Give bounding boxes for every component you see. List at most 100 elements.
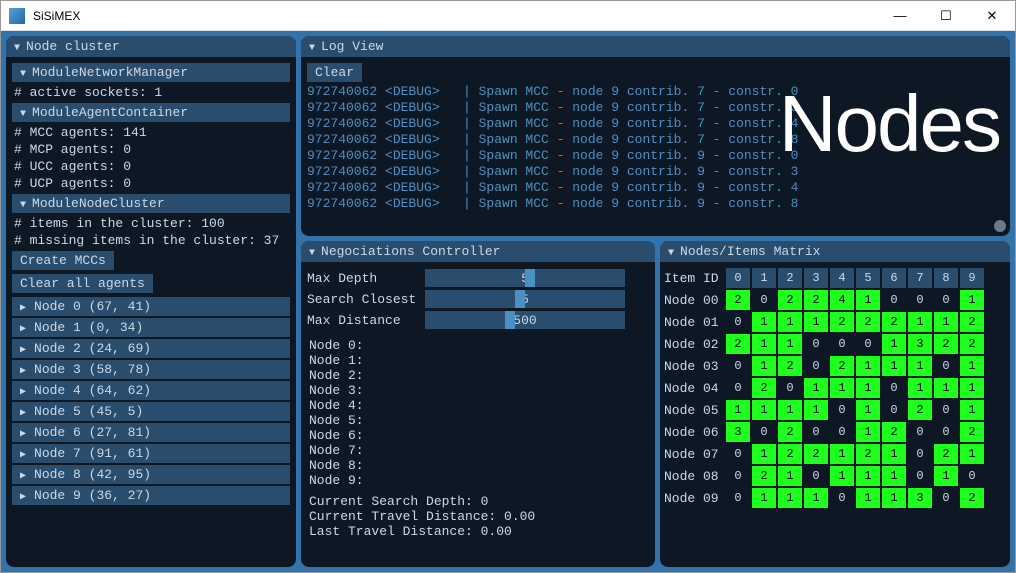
matrix-cell: 0 xyxy=(726,444,750,464)
matrix-cell: 1 xyxy=(856,422,880,442)
matrix-cell: 2 xyxy=(882,422,906,442)
matrix-cell: 0 xyxy=(752,290,776,310)
matrix-cell: 2 xyxy=(960,422,984,442)
matrix-cell: 1 xyxy=(778,334,802,354)
matrix-cell: 1 xyxy=(960,356,984,376)
node-list-item[interactable]: Node 9 (36, 27) xyxy=(12,486,290,505)
log-view-title: Log View xyxy=(321,39,383,54)
matrix-cell: 1 xyxy=(778,466,802,486)
nego-node-line: Node 2: xyxy=(307,368,649,383)
close-button[interactable]: ✕ xyxy=(969,1,1015,31)
matrix-cell: 2 xyxy=(960,312,984,332)
nego-node-line: Node 9: xyxy=(307,473,649,488)
clear-agents-button[interactable]: Clear all agents xyxy=(12,274,153,293)
node-list-item[interactable]: Node 2 (24, 69) xyxy=(12,339,290,358)
matrix-cell: 0 xyxy=(960,466,984,486)
resize-grip-icon[interactable] xyxy=(994,220,1006,232)
matrix-cell: 1 xyxy=(804,400,828,420)
matrix-cell: 2 xyxy=(804,444,828,464)
slider[interactable]: 5 xyxy=(425,269,625,287)
matrix-header-row: Item ID0123456789 xyxy=(664,268,1006,288)
matrix-cell: 2 xyxy=(804,290,828,310)
matrix-cell: 3 xyxy=(726,422,750,442)
slider-thumb[interactable] xyxy=(525,269,535,287)
matrix-cell: 0 xyxy=(726,312,750,332)
module-section-header[interactable]: ModuleNetworkManager xyxy=(12,63,290,82)
node-list-item[interactable]: Node 5 (45, 5) xyxy=(12,402,290,421)
matrix-cell: 0 xyxy=(882,400,906,420)
matrix-cell: 2 xyxy=(830,312,854,332)
expand-icon xyxy=(20,341,26,356)
node-list-item[interactable]: Node 8 (42, 95) xyxy=(12,465,290,484)
matrix-cell: 0 xyxy=(882,290,906,310)
log-line: 972740062 <DEBUG> | Spawn MCC - node 9 c… xyxy=(307,164,1004,180)
node-list-item[interactable]: Node 6 (27, 81) xyxy=(12,423,290,442)
module-section-header[interactable]: ModuleNodeCluster xyxy=(12,194,290,213)
matrix-row: Node 090111011302 xyxy=(664,488,1006,508)
node-list-item[interactable]: Node 3 (58, 78) xyxy=(12,360,290,379)
slider[interactable]: 500 xyxy=(425,311,625,329)
slider-thumb[interactable] xyxy=(515,290,525,308)
matrix-row-label: Node 03 xyxy=(664,359,724,374)
matrix-cell: 0 xyxy=(726,378,750,398)
expand-icon xyxy=(20,320,26,335)
matrix-col-header: 7 xyxy=(908,268,932,288)
matrix-cell: 1 xyxy=(908,312,932,332)
matrix-col-header: 3 xyxy=(804,268,828,288)
matrix-cell: 1 xyxy=(882,466,906,486)
matrix-header[interactable]: Nodes/Items Matrix xyxy=(660,241,1010,262)
expand-icon xyxy=(20,383,26,398)
matrix-cell: 0 xyxy=(830,400,854,420)
expand-icon xyxy=(20,362,26,377)
slider-row: Max Distance500 xyxy=(307,311,649,329)
matrix-cell: 1 xyxy=(856,488,880,508)
matrix-cell: 0 xyxy=(778,378,802,398)
matrix-cell: 2 xyxy=(726,290,750,310)
matrix-cell: 1 xyxy=(882,356,906,376)
log-line: 972740062 <DEBUG> | Spawn MCC - node 9 c… xyxy=(307,132,1004,148)
matrix-cell: 0 xyxy=(908,444,932,464)
matrix-cell: 3 xyxy=(908,334,932,354)
slider[interactable]: 5 xyxy=(425,290,625,308)
matrix-cell: 0 xyxy=(804,334,828,354)
node-cluster-header[interactable]: Node cluster xyxy=(6,36,296,57)
matrix-col-header: 1 xyxy=(752,268,776,288)
expand-icon xyxy=(20,488,26,503)
clear-log-button[interactable]: Clear xyxy=(307,63,362,82)
create-mccs-button[interactable]: Create MCCs xyxy=(12,251,114,270)
matrix-cell: 0 xyxy=(934,400,958,420)
node-list-item[interactable]: Node 7 (91, 61) xyxy=(12,444,290,463)
module-section-header[interactable]: ModuleAgentContainer xyxy=(12,103,290,122)
matrix-cell: 1 xyxy=(882,444,906,464)
matrix-cell: 1 xyxy=(778,312,802,332)
slider-thumb[interactable] xyxy=(505,311,515,329)
nego-node-line: Node 0: xyxy=(307,338,649,353)
node-list-item[interactable]: Node 1 (0, 34) xyxy=(12,318,290,337)
expand-icon xyxy=(20,446,26,461)
matrix-cell: 0 xyxy=(804,466,828,486)
matrix-cell: 1 xyxy=(752,444,776,464)
matrix-row: Node 051111010201 xyxy=(664,400,1006,420)
nego-node-line: Node 8: xyxy=(307,458,649,473)
matrix-cell: 0 xyxy=(726,488,750,508)
minimize-button[interactable]: — xyxy=(877,1,923,31)
negotiations-header[interactable]: Negociations Controller xyxy=(301,241,655,262)
maximize-button[interactable]: ☐ xyxy=(923,1,969,31)
log-line: 972740062 <DEBUG> | Spawn MCC - node 9 c… xyxy=(307,100,1004,116)
matrix-cell: 0 xyxy=(752,422,776,442)
matrix-cell: 1 xyxy=(752,334,776,354)
matrix-cell: 2 xyxy=(960,334,984,354)
expand-icon xyxy=(20,299,26,314)
matrix-cell: 1 xyxy=(830,444,854,464)
node-list-item[interactable]: Node 4 (64, 62) xyxy=(12,381,290,400)
matrix-cell: 1 xyxy=(830,378,854,398)
matrix-cell: 0 xyxy=(804,356,828,376)
matrix-cell: 2 xyxy=(778,290,802,310)
node-list-item[interactable]: Node 0 (67, 41) xyxy=(12,297,290,316)
matrix-cell: 1 xyxy=(856,378,880,398)
log-line: 972740062 <DEBUG> | Spawn MCC - node 9 c… xyxy=(307,148,1004,164)
collapse-icon xyxy=(309,244,315,259)
matrix-cell: 1 xyxy=(856,356,880,376)
log-view-header[interactable]: Log View xyxy=(301,36,1010,57)
matrix-row-label: Node 06 xyxy=(664,425,724,440)
